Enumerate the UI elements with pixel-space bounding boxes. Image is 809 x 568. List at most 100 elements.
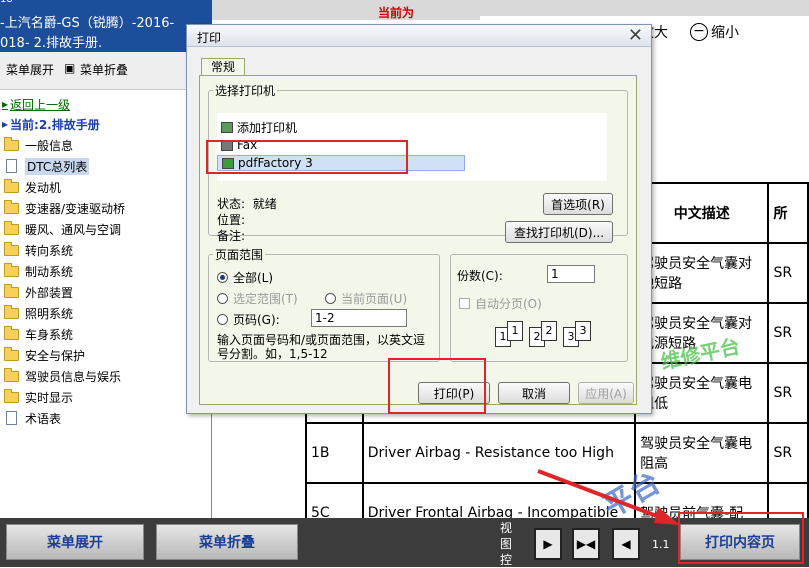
sidebar-item-hvac[interactable]: 暖风、通风与空调 (4, 219, 121, 239)
zoom-out-label: 缩小 (711, 25, 739, 41)
copies-label: 份数(C): (457, 269, 503, 283)
preferences-button[interactable]: 首选项(R) (543, 193, 613, 215)
current-section: ▸ 当前:2.排故手册 (2, 114, 100, 134)
status-row: 状态: 就绪 (217, 197, 277, 211)
folder-icon (4, 325, 19, 340)
back-link-label: 返回上一级 (10, 97, 71, 112)
table-header-partial: 所 (767, 182, 809, 244)
print-dialog: 打印 ✕ 常规 选择打印机 添加打印机 Fax pdfFactory 3 状态:… (186, 24, 652, 414)
table-cell-cn: 驾驶员安全气囊对地短路 (634, 242, 770, 304)
view-control-label: 视图控 (500, 521, 513, 567)
location-label: 位置: (217, 213, 246, 227)
sidebar-item-live-data[interactable]: 实时显示 (4, 387, 73, 407)
folder-icon (4, 388, 19, 403)
table-header-desc: 中文描述 (634, 182, 770, 244)
close-icon[interactable]: ✕ (628, 25, 643, 46)
range-current-page-radio[interactable]: 当前页面(U) (325, 290, 407, 307)
folder-icon (4, 199, 19, 214)
find-printer-button[interactable]: 查找打印机(D)... (505, 221, 613, 243)
arrow-icon: ▸ (2, 97, 9, 111)
folder-icon (4, 178, 19, 193)
tab-general[interactable]: 常规 (201, 58, 245, 76)
arrow-right-icon: ▶ (543, 537, 553, 551)
folder-icon (4, 241, 19, 256)
arrow-icon: ▸ (2, 117, 9, 131)
dialog-titlebar: 打印 ✕ (187, 25, 651, 47)
sidebar-item-safety[interactable]: 安全与保护 (4, 345, 85, 365)
table-cell-tail: SR (767, 362, 809, 424)
collate-page-icon: 3 (575, 321, 591, 341)
arrow-head (654, 507, 680, 525)
table-cell-cn: 驾驶员安全气囊电阻低 (634, 362, 770, 424)
folder-icon (4, 367, 19, 382)
status-value: 就绪 (252, 197, 277, 211)
folder-icon (4, 220, 19, 235)
sidebar-menubar: 菜单展开 ▣ 菜单折叠 (0, 52, 212, 90)
printer-add[interactable]: 添加打印机 (221, 119, 297, 135)
minus-icon: − (690, 23, 708, 41)
sidebar-item-lighting[interactable]: 照明系统 (4, 303, 73, 323)
folder-icon (4, 283, 19, 298)
current-section-label: 当前:2.排故手册 (10, 117, 100, 132)
sidebar: 18 -上汽名爵-GS（锐腾）-2016- 018- 2.排故手册. 菜单展开 … (0, 0, 212, 518)
arrow-annotation (537, 469, 680, 525)
folder-icon (4, 262, 19, 277)
highlight-box (388, 358, 486, 414)
select-printer-legend: 选择打印机 (215, 84, 276, 98)
collate-page-icon: 1 (507, 321, 523, 341)
table-cell-code: 1B (305, 422, 364, 484)
range-all-radio[interactable]: 全部(L) (217, 269, 273, 286)
fit-icon: ▶◀ (576, 537, 596, 551)
menu-expand-link[interactable]: 菜单展开 (6, 61, 54, 78)
title-line-2: 018- 2.排故手册. (0, 36, 103, 51)
highlight-box (206, 140, 408, 174)
collate-checkbox[interactable]: 自动分页(O) (459, 295, 542, 312)
menu-expand-button[interactable]: 菜单展开 (6, 524, 144, 560)
sidebar-item-general[interactable]: 一般信息 (4, 135, 73, 155)
add-printer-icon (221, 121, 233, 133)
document-icon (6, 411, 17, 425)
sidebar-item-brakes[interactable]: 制动系统 (4, 261, 73, 281)
folder-icon (4, 346, 19, 361)
current-label: 当前为 (378, 6, 415, 20)
page-number: 1.1 (652, 538, 670, 551)
general-tab-panel: 选择打印机 添加打印机 Fax pdfFactory 3 状态: 就绪 位置: … (199, 75, 637, 405)
range-pages-radio[interactable]: 页码(G): (217, 311, 280, 328)
sidebar-item-steering[interactable]: 转向系统 (4, 240, 73, 260)
sidebar-item-body[interactable]: 车身系统 (4, 324, 73, 344)
table-cell-tail: SR (767, 302, 809, 364)
back-link[interactable]: ▸ 返回上一级 (2, 94, 70, 114)
range-selection-radio[interactable]: 选定范围(T) (217, 290, 298, 307)
arrow-left-icon: ◀ (621, 537, 631, 551)
comment-label: 备注: (217, 229, 246, 243)
menu-collapse-button[interactable]: 菜单折叠 (156, 524, 298, 560)
sidebar-item-infotainment[interactable]: 驾驶员信息与娱乐 (4, 366, 121, 386)
collate-page-icon: 2 (541, 321, 557, 341)
collapse-icon: ▣ (64, 61, 76, 75)
pages-hint: 输入页面号码和/或页面范围，以英文逗号分割。如，1,5-12 (217, 333, 426, 361)
title-line-1: -上汽名爵-GS（锐腾）-2016- (0, 16, 175, 31)
menu-collapse-link[interactable]: 菜单折叠 (80, 61, 128, 78)
dialog-title: 打印 (197, 31, 222, 45)
sidebar-item-transmission[interactable]: 变速器/变速驱动桥 (4, 198, 125, 218)
folder-icon (4, 304, 19, 319)
folder-icon (4, 136, 19, 151)
pages-input[interactable]: 1-2 (311, 309, 407, 327)
zoom-out-button[interactable]: − 缩小 (690, 22, 739, 42)
apply-button[interactable]: 应用(A) (578, 382, 634, 404)
copies-input[interactable]: 1 (547, 265, 595, 283)
sidebar-title: 18 -上汽名爵-GS（锐腾）-2016- 018- 2.排故手册. (0, 0, 212, 52)
table-cell-tail: SR (767, 422, 809, 484)
sidebar-item-dtc[interactable]: DTC总列表 (4, 156, 90, 176)
title-fragment: 18 (0, 0, 13, 5)
sidebar-item-glossary[interactable]: 术语表 (4, 408, 61, 428)
page-range-legend: 页面范围 (215, 248, 264, 262)
sidebar-item-exterior[interactable]: 外部装置 (4, 282, 73, 302)
cancel-button[interactable]: 取消 (498, 382, 570, 404)
copies-group: 份数(C): 1 自动分页(O) 1 1 2 2 3 3 (450, 254, 628, 362)
page-range-group: 页面范围 全部(L) 选定范围(T) 当前页面(U) 页码(G): 1-2 输入… (208, 246, 440, 362)
sidebar-item-engine[interactable]: 发动机 (4, 177, 61, 197)
document-icon (6, 159, 17, 173)
table-cell-tail: SR (767, 242, 809, 304)
arrow-line (537, 469, 671, 523)
